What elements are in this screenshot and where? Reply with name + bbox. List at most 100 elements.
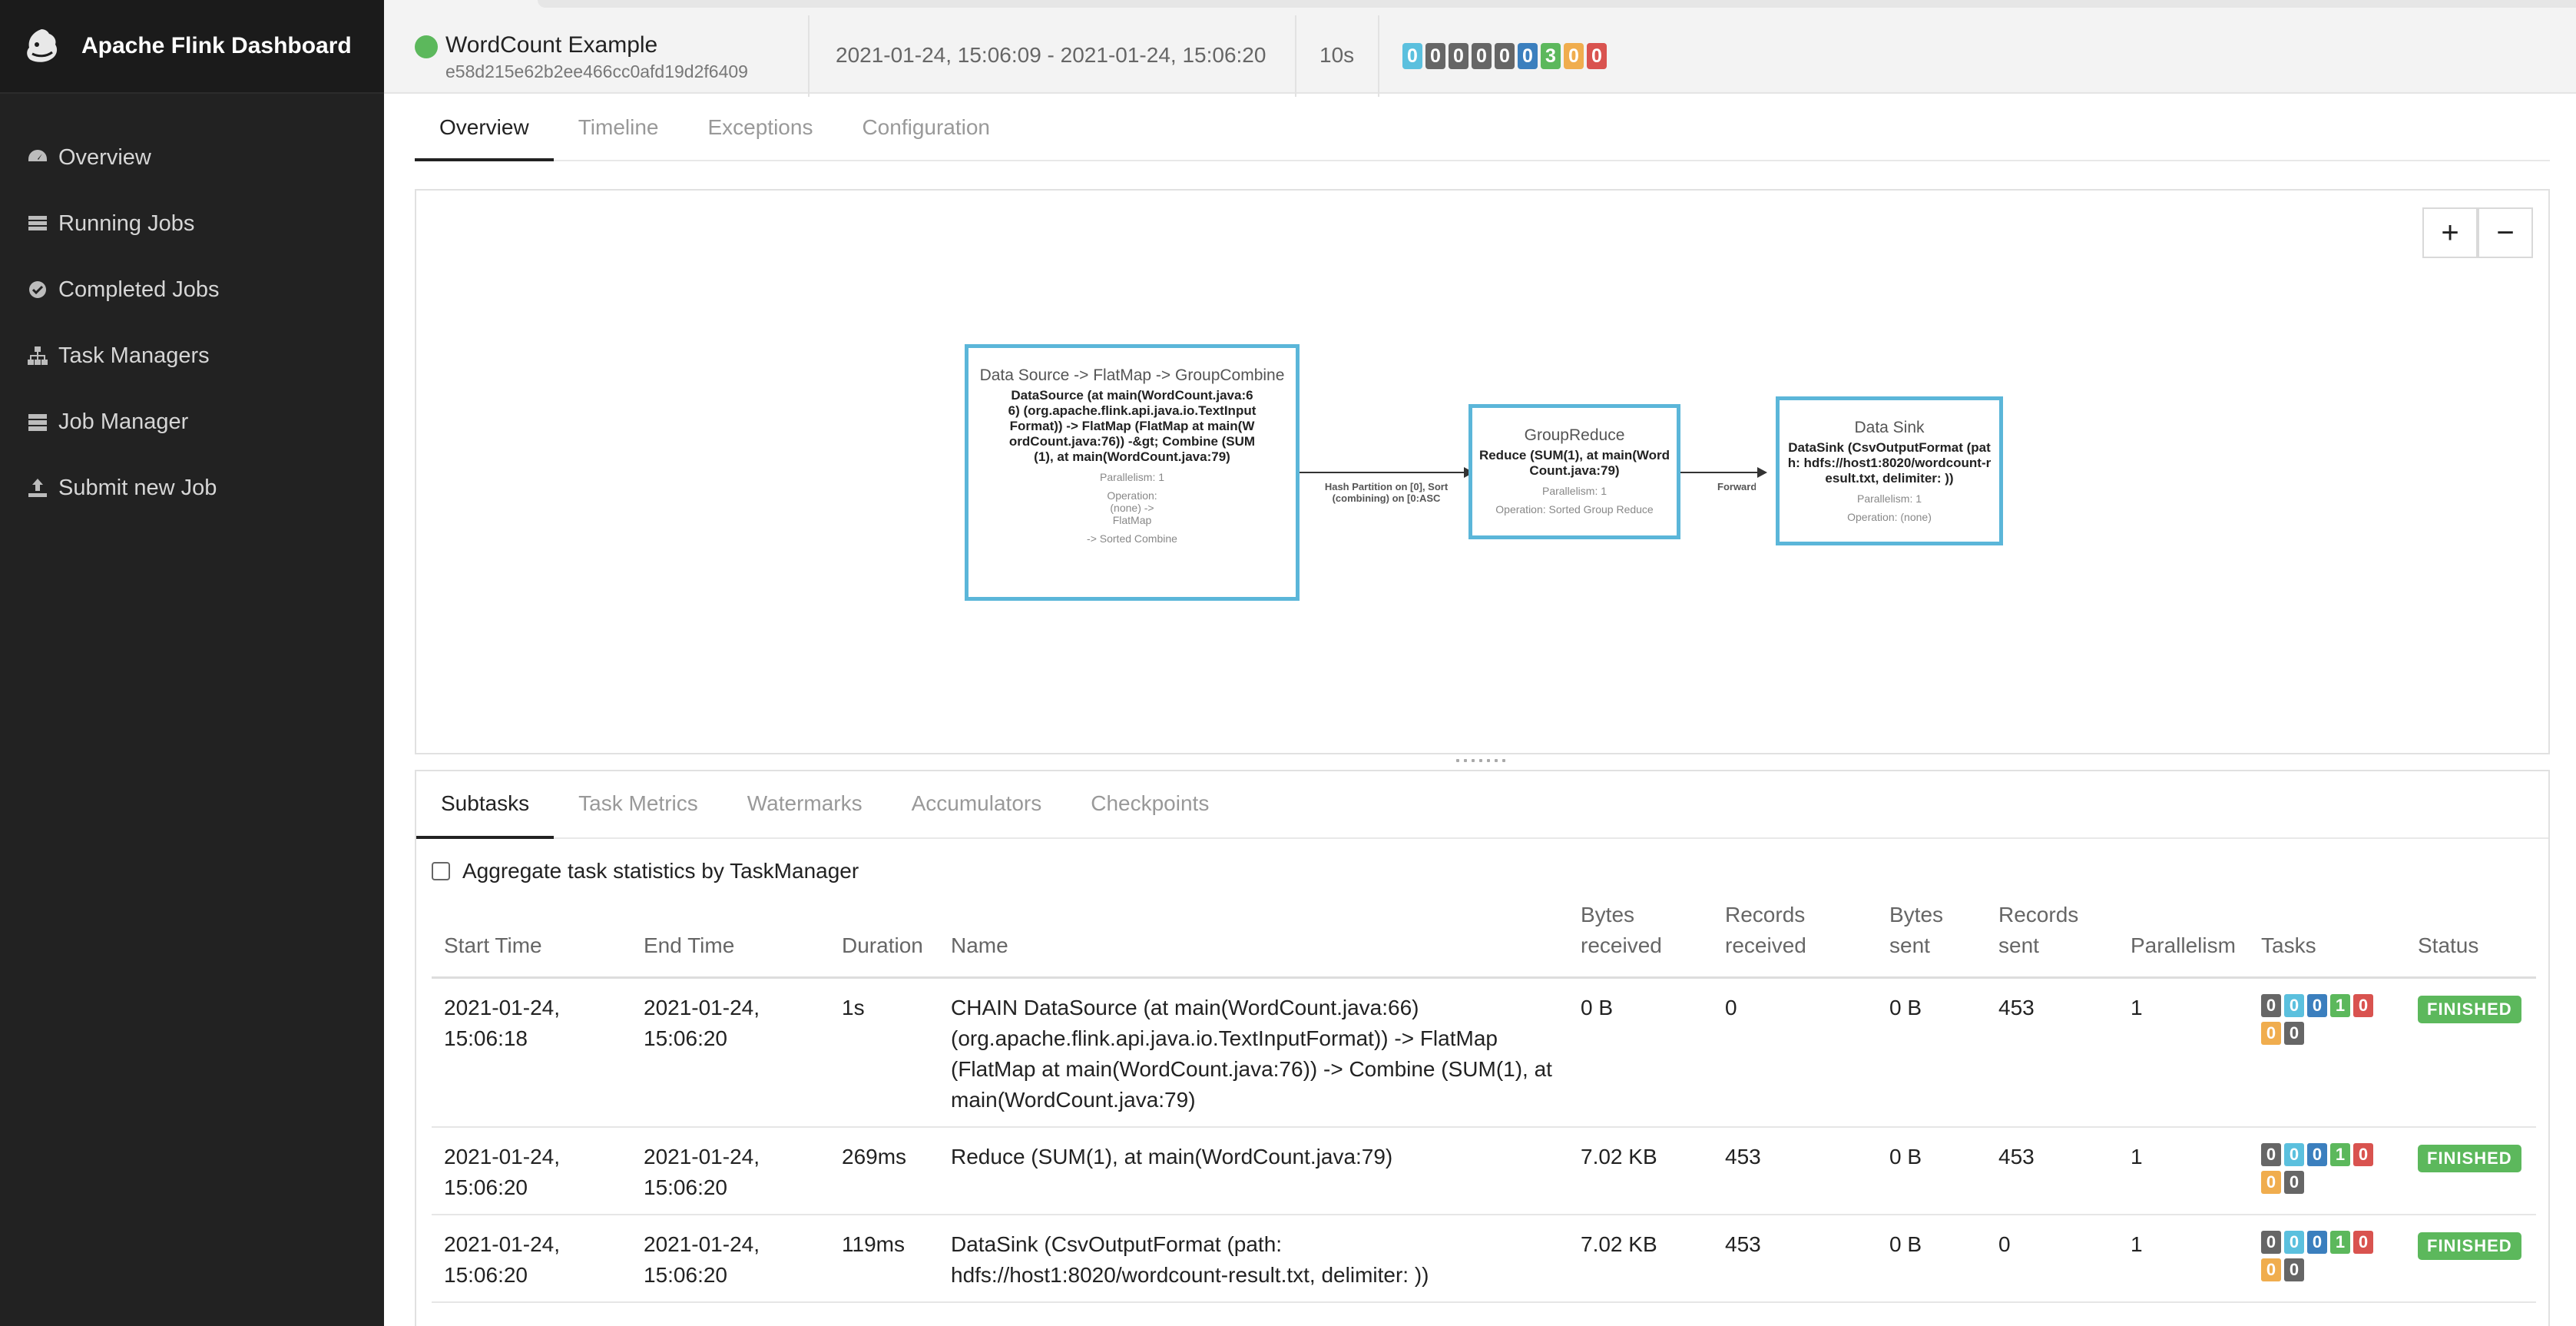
graph-node-source[interactable]: Data Source -> FlatMap -> GroupCombine D… bbox=[965, 344, 1300, 601]
column-header[interactable]: Tasks bbox=[2249, 897, 2405, 979]
tasks-cell: 0001000 bbox=[2249, 1214, 2405, 1303]
status-badge: FINISHED bbox=[2418, 995, 2521, 1023]
sidebar-item-running-jobs[interactable]: Running Jobs bbox=[0, 191, 384, 257]
name-cell: CHAIN DataSource (at main(WordCount.java… bbox=[939, 977, 1568, 1128]
brand[interactable]: Apache Flink Dashboard bbox=[0, 0, 384, 94]
tab-task-metrics[interactable]: Task Metrics bbox=[554, 771, 723, 839]
sidebar-item-label: Overview bbox=[58, 144, 151, 170]
column-header[interactable]: Bytes received bbox=[1568, 897, 1713, 979]
tab-watermarks[interactable]: Watermarks bbox=[723, 771, 887, 839]
parallelism-cell: 1 bbox=[2118, 1126, 2249, 1215]
column-header[interactable]: Bytes sent bbox=[1877, 897, 1986, 979]
sidebar-item-completed-jobs[interactable]: Completed Jobs bbox=[0, 257, 384, 323]
column-header[interactable]: Records sent bbox=[1986, 897, 2118, 979]
bytes-received-cell: 7.02 KB bbox=[1568, 1214, 1713, 1303]
vertex-detail-panel: Subtasks Task Metrics Watermarks Accumul… bbox=[415, 770, 2550, 1326]
records-received-cell: 453 bbox=[1713, 1126, 1877, 1215]
column-header[interactable]: Duration bbox=[829, 897, 939, 979]
task-count-badge: 0 bbox=[1495, 43, 1515, 69]
tab-timeline[interactable]: Timeline bbox=[554, 100, 684, 161]
tab-accumulators[interactable]: Accumulators bbox=[887, 771, 1067, 839]
job-graph-panel[interactable]: + − Data Source -> FlatMap -> GroupCombi… bbox=[415, 189, 2550, 754]
sidebar-item-task-managers[interactable]: Task Managers bbox=[0, 323, 384, 389]
task-count-badge: 0 bbox=[2284, 1258, 2304, 1281]
aggregate-option: Aggregate task statistics by TaskManager bbox=[432, 859, 859, 883]
tab-configuration[interactable]: Configuration bbox=[837, 100, 1015, 161]
records-received-cell: 453 bbox=[1713, 1214, 1877, 1303]
column-header[interactable]: Name bbox=[939, 897, 1568, 979]
zoom-in-button[interactable]: + bbox=[2422, 207, 2478, 258]
task-status-badges: 0001000 bbox=[2261, 1142, 2384, 1197]
records-sent-cell: 0 bbox=[1986, 1214, 2118, 1303]
task-count-badge: 0 bbox=[2284, 1170, 2304, 1194]
start-time-cell: 2021-01-24, 15:06:18 bbox=[432, 977, 631, 1128]
sidebar-nav: Overview Running Jobs Completed Jobs Tas… bbox=[0, 124, 384, 521]
task-count-badge: 0 bbox=[2261, 1258, 2281, 1281]
node-operation: Operation: (none) -> FlatMap bbox=[1107, 489, 1157, 526]
name-cell: Reduce (SUM(1), at main(WordCount.java:7… bbox=[939, 1126, 1568, 1215]
job-time-range: 2021-01-24, 15:06:09 - 2021-01-24, 15:06… bbox=[836, 43, 1266, 67]
graph-node-reduce[interactable]: GroupReduce Reduce (SUM(1), at main(Word… bbox=[1468, 404, 1680, 539]
tab-exceptions[interactable]: Exceptions bbox=[683, 100, 837, 161]
graph-edge-line bbox=[1680, 472, 1759, 473]
tab-overview[interactable]: Overview bbox=[415, 100, 554, 161]
sidebar-item-submit-new-job[interactable]: Submit new Job bbox=[0, 455, 384, 521]
job-tabs: Overview Timeline Exceptions Configurati… bbox=[415, 100, 2550, 161]
table-row[interactable]: 2021-01-24, 15:06:18 2021-01-24, 15:06:2… bbox=[432, 977, 2536, 1128]
app-title: Apache Flink Dashboard bbox=[81, 33, 352, 58]
bytes-sent-cell: 0 B bbox=[1877, 1126, 1986, 1215]
panel-resize-handle[interactable] bbox=[1456, 759, 1505, 767]
start-time-cell: 2021-01-24, 15:06:20 bbox=[432, 1126, 631, 1215]
column-header[interactable]: Status bbox=[2405, 897, 2536, 979]
task-status-badges: 0001000 bbox=[2261, 1229, 2384, 1285]
records-received-cell: 0 bbox=[1713, 977, 1877, 1128]
column-header[interactable]: Start Time bbox=[432, 897, 631, 979]
sidebar-item-label: Running Jobs bbox=[58, 211, 195, 236]
column-header[interactable]: End Time bbox=[631, 897, 829, 979]
status-badge: FINISHED bbox=[2418, 1232, 2521, 1260]
task-count-badge: 3 bbox=[1541, 43, 1561, 69]
sidebar-item-overview[interactable]: Overview bbox=[0, 124, 384, 191]
records-sent-cell: 453 bbox=[1986, 977, 2118, 1128]
header-divider bbox=[1378, 15, 1379, 97]
upload-icon bbox=[28, 479, 47, 497]
aggregate-checkbox[interactable] bbox=[432, 862, 450, 880]
task-count-badge: 0 bbox=[2307, 1230, 2327, 1254]
end-time-cell: 2021-01-24, 15:06:20 bbox=[631, 1214, 829, 1303]
task-status-badges: 0001000 bbox=[2261, 993, 2384, 1048]
table-header-row: Start Time End Time Duration Name Bytes … bbox=[432, 897, 2536, 979]
zoom-out-button[interactable]: − bbox=[2478, 207, 2533, 258]
sidebar-item-label: Job Manager bbox=[58, 409, 189, 434]
graph-node-sink[interactable]: Data Sink DataSink (CsvOutputFormat (pat… bbox=[1776, 396, 2003, 545]
node-parallelism: Parallelism: 1 bbox=[1856, 492, 1922, 505]
bytes-sent-cell: 0 B bbox=[1877, 977, 1986, 1128]
job-header: WordCount Example e58d215e62b2ee466cc0af… bbox=[384, 0, 2576, 97]
task-count-badge: 1 bbox=[2330, 993, 2350, 1017]
flink-logo-icon bbox=[27, 29, 58, 62]
parallelism-cell: 1 bbox=[2118, 1214, 2249, 1303]
sidebar-item-label: Completed Jobs bbox=[58, 277, 220, 302]
task-count-badge: 0 bbox=[2261, 1142, 2281, 1166]
sidebar-item-job-manager[interactable]: Job Manager bbox=[0, 389, 384, 455]
column-header[interactable]: Parallelism bbox=[2118, 897, 2249, 979]
node-parallelism: Parallelism: 1 bbox=[1541, 485, 1608, 497]
job-name: WordCount Example bbox=[445, 32, 658, 58]
tab-checkpoints[interactable]: Checkpoints bbox=[1066, 771, 1233, 839]
job-duration: 10s bbox=[1319, 43, 1355, 67]
sidebar: Apache Flink Dashboard Overview Running … bbox=[0, 0, 384, 1326]
column-header[interactable]: Records received bbox=[1713, 897, 1877, 979]
task-count-badge: 0 bbox=[2307, 1142, 2327, 1166]
sidebar-item-label: Submit new Job bbox=[58, 475, 217, 500]
sitemap-icon bbox=[28, 346, 48, 365]
start-time-cell: 2021-01-24, 15:06:20 bbox=[432, 1214, 631, 1303]
duration-cell: 269ms bbox=[829, 1126, 939, 1215]
sidebar-item-label: Task Managers bbox=[58, 343, 210, 368]
dashboard-icon bbox=[28, 150, 47, 161]
task-count-badge: 0 bbox=[2353, 1142, 2373, 1166]
table-row[interactable]: 2021-01-24, 15:06:20 2021-01-24, 15:06:2… bbox=[432, 1214, 2536, 1303]
tab-subtasks[interactable]: Subtasks bbox=[416, 771, 555, 839]
tasks-cell: 0001000 bbox=[2249, 977, 2405, 1128]
tasks-cell: 0001000 bbox=[2249, 1126, 2405, 1215]
job-task-status-badges: 000000300 bbox=[1402, 43, 1610, 69]
table-row[interactable]: 2021-01-24, 15:06:20 2021-01-24, 15:06:2… bbox=[432, 1126, 2536, 1215]
